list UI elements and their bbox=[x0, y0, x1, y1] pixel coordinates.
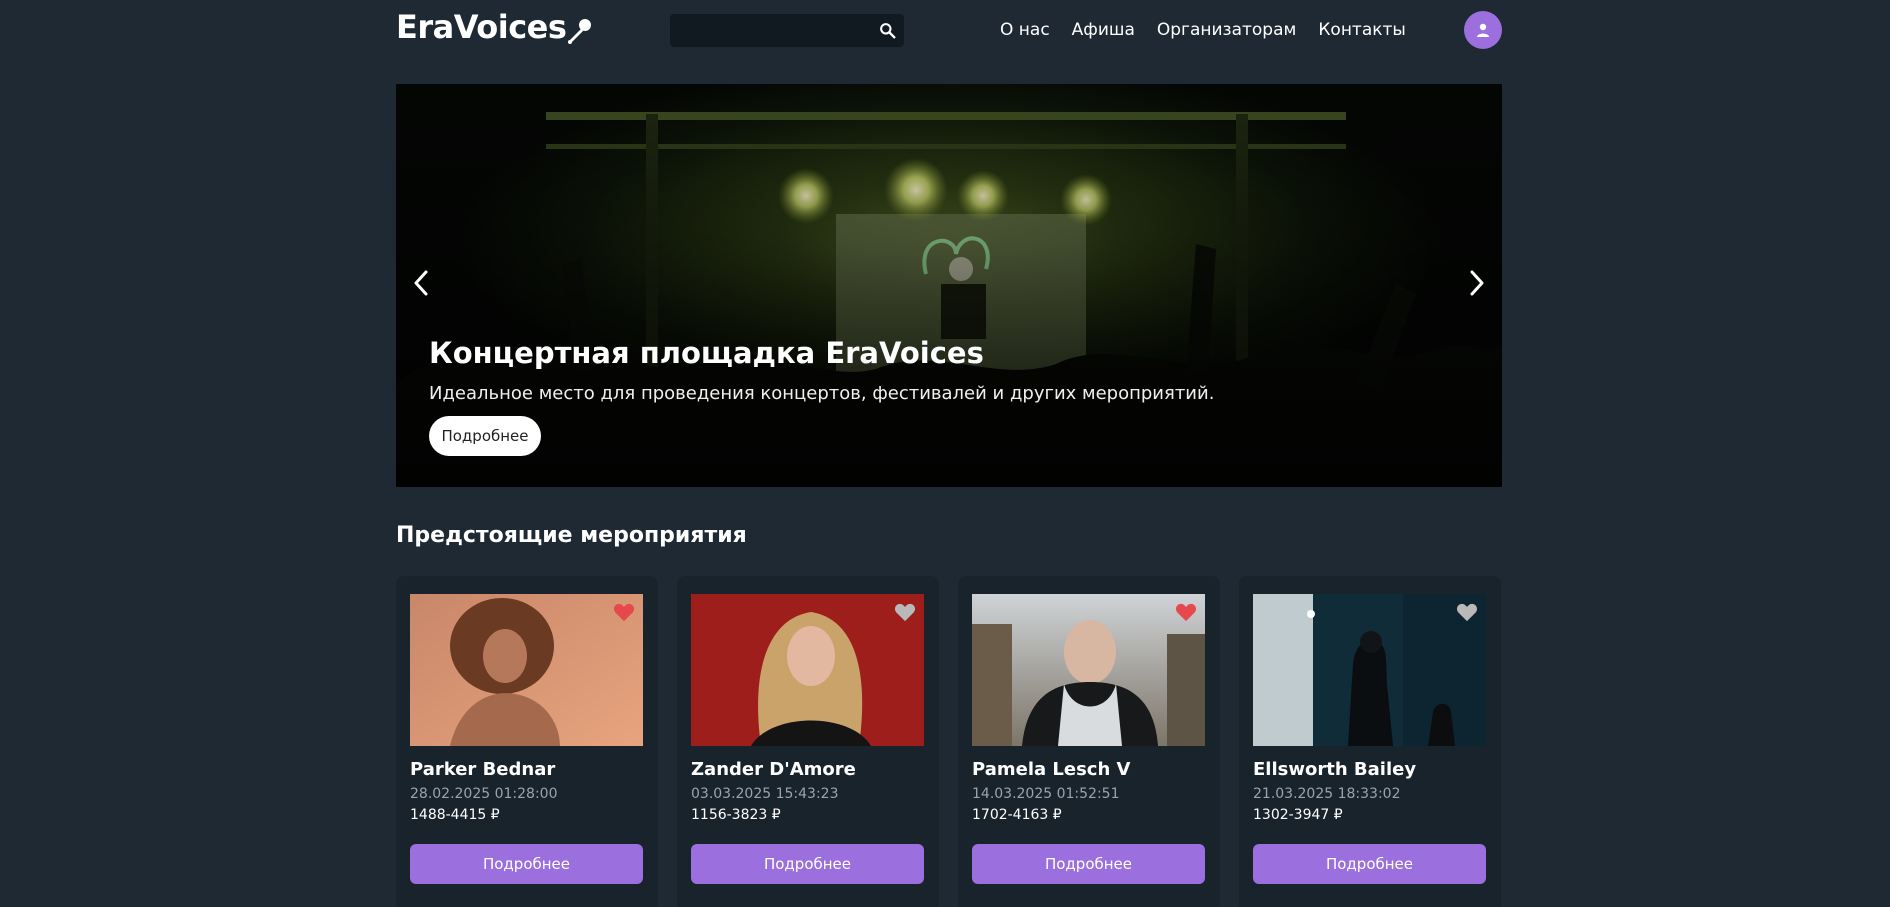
search-icon[interactable] bbox=[879, 22, 896, 39]
nav-item-contacts[interactable]: Контакты bbox=[1318, 20, 1406, 40]
hero-details-button[interactable]: Подробнее bbox=[429, 416, 541, 456]
event-price: 1156-3823 ₽ bbox=[691, 807, 781, 823]
heart-icon[interactable] bbox=[613, 602, 635, 622]
event-details-button[interactable]: Подробнее bbox=[410, 844, 643, 884]
heart-icon[interactable] bbox=[1456, 602, 1478, 622]
events-grid: Parker Bednar 28.02.2025 01:28:00 1488-4… bbox=[396, 576, 1502, 907]
user-icon bbox=[1477, 23, 1489, 37]
avatar[interactable] bbox=[1464, 11, 1502, 49]
event-details-button[interactable]: Подробнее bbox=[1253, 844, 1486, 884]
event-price: 1488-4415 ₽ bbox=[410, 807, 500, 823]
nav-item-about[interactable]: О нас bbox=[1000, 20, 1050, 40]
hero-carousel: Концертная площадка EraVoices Идеальное … bbox=[396, 84, 1502, 487]
nav-item-organizers[interactable]: Организаторам bbox=[1157, 20, 1296, 40]
hero-title: Концертная площадка EraVoices bbox=[429, 336, 984, 370]
event-card[interactable]: Ellsworth Bailey 21.03.2025 18:33:02 130… bbox=[1239, 576, 1501, 907]
event-date: 28.02.2025 01:28:00 bbox=[410, 786, 558, 802]
microphone-icon bbox=[568, 19, 592, 44]
event-date: 21.03.2025 18:33:02 bbox=[1253, 786, 1401, 802]
event-image bbox=[1253, 594, 1486, 746]
logo-text: EraVoices bbox=[396, 8, 567, 46]
page: EraVoices О нас Афиша Организаторам Конт… bbox=[0, 0, 1890, 907]
event-card[interactable]: Parker Bednar 28.02.2025 01:28:00 1488-4… bbox=[396, 576, 658, 907]
chevron-left-icon bbox=[414, 270, 428, 296]
event-name: Ellsworth Bailey bbox=[1253, 759, 1417, 780]
heart-icon[interactable] bbox=[1175, 602, 1197, 622]
carousel-next-button[interactable] bbox=[1460, 260, 1494, 306]
search-input[interactable] bbox=[670, 14, 870, 47]
header: EraVoices О нас Афиша Организаторам Конт… bbox=[396, 0, 1502, 62]
event-name: Pamela Lesch V bbox=[972, 759, 1131, 780]
event-card[interactable]: Zander D'Amore 03.03.2025 15:43:23 1156-… bbox=[677, 576, 939, 907]
event-image bbox=[410, 594, 643, 746]
event-date: 14.03.2025 01:52:51 bbox=[972, 786, 1120, 802]
logo[interactable]: EraVoices bbox=[396, 8, 594, 46]
heart-icon[interactable] bbox=[894, 602, 916, 622]
event-card[interactable]: Pamela Lesch V 14.03.2025 01:52:51 1702-… bbox=[958, 576, 1220, 907]
hero-subtitle: Идеальное место для проведения концертов… bbox=[429, 383, 1215, 404]
event-details-button[interactable]: Подробнее bbox=[691, 844, 924, 884]
event-name: Zander D'Amore bbox=[691, 759, 856, 780]
chevron-right-icon bbox=[1470, 270, 1484, 296]
carousel-prev-button[interactable] bbox=[404, 260, 438, 306]
main-nav: О нас Афиша Организаторам Контакты bbox=[1000, 20, 1428, 40]
search-box bbox=[670, 14, 904, 47]
hero-image bbox=[396, 84, 1502, 487]
event-image bbox=[691, 594, 924, 746]
nav-item-afisha[interactable]: Афиша bbox=[1072, 20, 1135, 40]
section-title: Предстоящие мероприятия bbox=[396, 523, 747, 548]
event-image bbox=[972, 594, 1205, 746]
event-details-button[interactable]: Подробнее bbox=[972, 844, 1205, 884]
event-name: Parker Bednar bbox=[410, 759, 556, 780]
event-price: 1302-3947 ₽ bbox=[1253, 807, 1343, 823]
event-price: 1702-4163 ₽ bbox=[972, 807, 1062, 823]
event-date: 03.03.2025 15:43:23 bbox=[691, 786, 839, 802]
